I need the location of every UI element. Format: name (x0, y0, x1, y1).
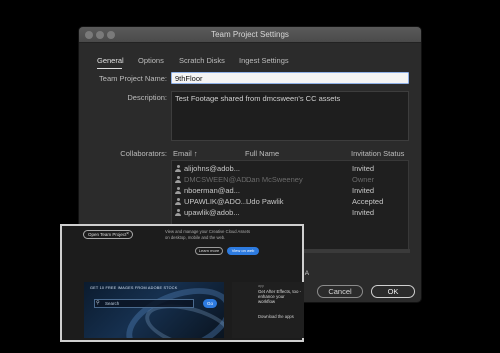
stock-heading: GET 10 FREE IMAGES FROM ADOBE STOCK (90, 286, 178, 290)
table-row[interactable]: upawlik@adob... Invited (172, 207, 408, 218)
row-email: UPAWLIK@ADO... (184, 197, 248, 206)
collaborators-label: Collaborators: (120, 149, 167, 158)
active-tab-indicator (97, 68, 122, 69)
row-email: DMCSWEEN@AD... (184, 175, 253, 184)
table-row[interactable]: nboerman@ad... Invited (172, 185, 408, 196)
table-row[interactable]: UPAWLIK@ADO... Udo Pawlik Accepted (172, 196, 408, 207)
row-status: Owner (352, 175, 375, 184)
column-header-full-name[interactable]: Full Name (245, 149, 279, 158)
window-title: Team Project Settings (211, 30, 289, 39)
row-full-name: Udo Pawlik (246, 197, 284, 206)
row-email: nboerman@ad... (184, 186, 240, 195)
creative-cloud-panel: Open Team Project × View and manage your… (60, 224, 304, 342)
after-effects-promo[interactable]: app Get After Effects, too - enhance you… (232, 282, 304, 338)
stock-search-placeholder: Search (105, 301, 120, 306)
table-row[interactable]: DMCSWEEN@AD... Dan McSweeney Owner (172, 174, 408, 185)
table-row[interactable]: alijohns@adob... Invited (172, 163, 408, 174)
adobe-stock-banner[interactable]: GET 10 FREE IMAGES FROM ADOBE STOCK ⚲ Se… (84, 282, 224, 338)
person-icon (175, 187, 181, 194)
learn-more-button[interactable]: Learn more (195, 247, 223, 255)
download-apps-link[interactable]: Download the apps (258, 314, 294, 319)
person-icon (175, 209, 181, 216)
search-icon: ⚲ (96, 300, 100, 306)
team-project-name-input[interactable]: 9thFloor (171, 72, 409, 84)
tab-general[interactable]: General (97, 56, 124, 65)
cancel-button[interactable]: Cancel (317, 285, 363, 298)
column-header-invitation-status[interactable]: Invitation Status (351, 149, 404, 158)
person-icon (175, 165, 181, 172)
column-header-email[interactable]: Email ↑ (173, 149, 198, 158)
open-team-project-button[interactable]: Open Team Project × (83, 230, 133, 239)
ae-promo-kicker: app (258, 284, 264, 288)
stock-search-input[interactable]: ⚲ Search (94, 299, 194, 308)
title-bar[interactable]: Team Project Settings (79, 27, 421, 43)
row-status: Accepted (352, 197, 384, 206)
open-team-project-label: Open Team Project (88, 232, 127, 237)
row-status: Invited (352, 208, 375, 217)
row-email: alijohns@adob... (184, 164, 240, 173)
person-icon (175, 176, 181, 183)
description-textarea[interactable]: Test Footage shared from dmcsween's CC a… (171, 91, 409, 141)
person-icon (175, 198, 181, 205)
stock-go-button[interactable]: Go (203, 299, 217, 308)
tab-scratch-disks[interactable]: Scratch Disks (179, 56, 225, 65)
view-on-web-button[interactable]: View on web (227, 247, 259, 255)
team-project-name-label: Team Project Name: (99, 74, 167, 83)
description-label: Description: (127, 93, 167, 102)
row-status: Invited (352, 186, 375, 195)
tab-options[interactable]: Options (138, 56, 164, 65)
cc-description: View and manage your Creative Cloud Asse… (165, 229, 251, 240)
row-full-name: Dan McSweeney (246, 175, 303, 184)
row-email: upawlik@adob... (184, 208, 240, 217)
ok-button[interactable]: OK (371, 285, 415, 298)
close-icon[interactable]: × (126, 231, 129, 238)
panel-header: Open Team Project × View and manage your… (62, 226, 302, 258)
ae-promo-title: Get After Effects, too - enhance your wo… (258, 289, 302, 305)
tab-ingest-settings[interactable]: Ingest Settings (239, 56, 289, 65)
row-status: Invited (352, 164, 375, 173)
